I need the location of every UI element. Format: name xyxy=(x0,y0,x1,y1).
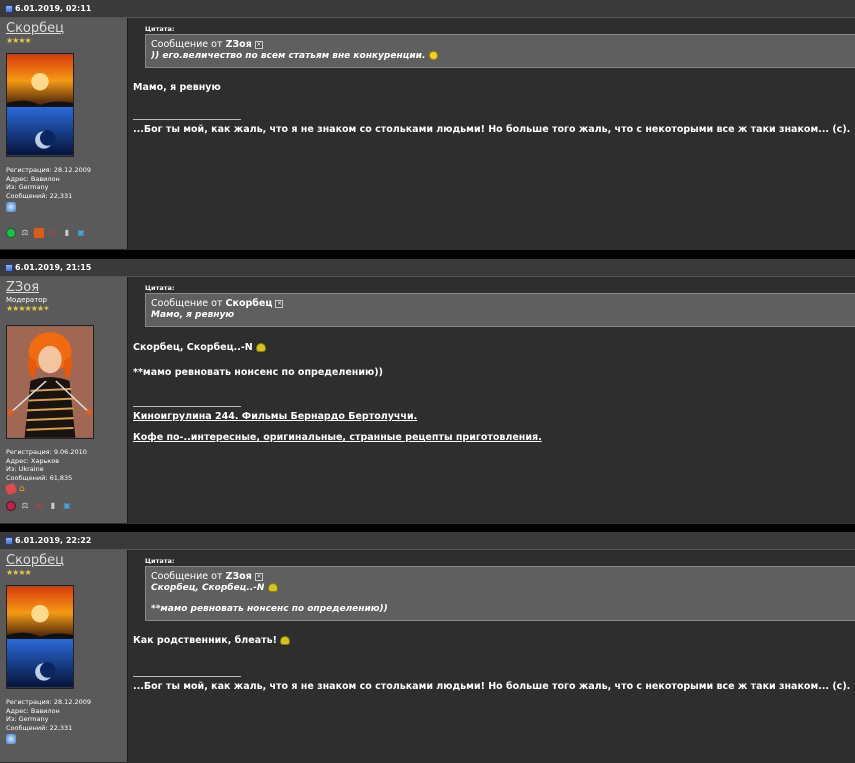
online-status-icon xyxy=(6,228,16,238)
signature-divider xyxy=(133,119,241,120)
quote-author: ZЗоя xyxy=(225,39,252,50)
rank-stars: ★★★★ xyxy=(6,36,32,45)
smile-icon xyxy=(428,51,438,60)
post-count: Сообщений: 61,835 xyxy=(6,473,73,482)
grin-icon xyxy=(280,636,291,645)
award-icon[interactable] xyxy=(6,202,16,212)
signature-link-1[interactable]: Киноигрулина 244. Фильмы Бернардо Бертол… xyxy=(133,411,855,422)
user-info: Скорбец ★★★★ Регистрация: 28.12.2009 Адр… xyxy=(0,550,128,762)
post-date: 6.01.2019, 02:11 xyxy=(15,4,92,13)
user-address: Адрес: Вавилон xyxy=(6,174,60,183)
reg-date: Регистрация: 9.06.2010 xyxy=(6,448,87,456)
username-link[interactable]: Скорбец xyxy=(6,553,127,568)
user-details: Регистрация: 28.12.2009 Адрес: Вавилон И… xyxy=(6,166,127,200)
user-details: Регистрация: 28.12.2009 Адрес: Вавилон И… xyxy=(6,698,127,732)
report-icon[interactable]: ⚠ xyxy=(48,228,58,238)
user-info: ZЗоя Модератор ★★★★★★✶ Регистрация: 9.06… xyxy=(0,277,128,523)
user-address: Адрес: Вавилон xyxy=(6,706,60,715)
username-link[interactable]: ZЗоя xyxy=(6,280,127,295)
grin-icon xyxy=(267,583,278,592)
avatar[interactable] xyxy=(6,325,94,439)
signature: ...Бог ты мой, как жаль, что я не знаком… xyxy=(133,124,851,135)
quote-text-2: **мамо ревновать нонсенс по определению)… xyxy=(151,604,388,614)
post-header: 6.01.2019, 02:11 xyxy=(0,0,855,18)
quote-text: )) его.величество по всем статьям вне ко… xyxy=(151,51,426,61)
quote-image-icon[interactable]: × xyxy=(254,572,263,581)
reg-date: Регистрация: 28.12.2009 xyxy=(6,166,92,174)
quote-block: Сообщение от ZЗоя × )) его.величество по… xyxy=(145,34,855,68)
user-country: Из: Ukraine xyxy=(6,465,44,473)
avatar[interactable] xyxy=(6,53,74,157)
computer-icon[interactable]: ▣ xyxy=(62,501,72,511)
user-details: Регистрация: 9.06.2010 Адрес: Харьков Из… xyxy=(6,448,127,482)
username-link[interactable]: Скорбец xyxy=(6,21,127,36)
pm-icon[interactable] xyxy=(34,228,44,238)
signature-divider xyxy=(133,676,241,677)
post-content: Цитата: Сообщение от ZЗоя × )) его.велич… xyxy=(128,18,855,249)
quote-text: Скорбец, Скорбец..-N xyxy=(151,583,265,593)
post-date: 6.01.2019, 21:15 xyxy=(15,263,92,272)
computer-icon[interactable]: ▣ xyxy=(76,228,86,238)
offline-status-icon xyxy=(6,501,16,511)
reputation-icon[interactable]: ⚖ xyxy=(20,501,30,511)
quote-block: Сообщение от ZЗоя × Скорбец, Скорбец..-N… xyxy=(145,566,855,621)
quote-head: Сообщение от xyxy=(151,39,223,50)
post-content: Цитата: Сообщение от ZЗоя × Скорбец, Ско… xyxy=(128,550,855,762)
avatar[interactable] xyxy=(6,585,74,689)
rank-stars: ★★★★ xyxy=(6,568,32,577)
user-address: Адрес: Харьков xyxy=(6,456,60,465)
quote-image-icon[interactable]: × xyxy=(254,40,263,49)
quote-image-icon[interactable]: × xyxy=(275,299,284,308)
report-icon[interactable]: ⚠ xyxy=(34,501,44,511)
message-text: Скорбец, Скорбец..-N xyxy=(133,342,253,353)
reg-date: Регистрация: 28.12.2009 xyxy=(6,698,92,706)
post-icon xyxy=(5,4,13,13)
post-3: 6.01.2019, 22:22 Скорбец ★★★★ Регистраци… xyxy=(0,532,855,763)
post-1: 6.01.2019, 02:11 Скорбец ★★★★ Регистраци… xyxy=(0,0,855,250)
post-date: 6.01.2019, 22:22 xyxy=(15,536,92,545)
rank-stars: ★★★★★★✶ xyxy=(6,304,50,313)
quote-label: Цитата: xyxy=(145,284,175,292)
user-title: Модератор xyxy=(6,296,48,304)
quote-block: Сообщение от Скорбец × Мамо, я ревную xyxy=(145,293,855,327)
post-icon xyxy=(5,263,13,272)
message-text: Как родственник, блеать! xyxy=(133,635,277,646)
ip-icon[interactable]: ▮ xyxy=(62,228,72,238)
award-icon[interactable] xyxy=(6,734,16,744)
reputation-icon[interactable]: ⚖ xyxy=(20,228,30,238)
quote-label: Цитата: xyxy=(145,557,175,565)
quote-author: ZЗоя xyxy=(225,571,252,582)
signature-divider xyxy=(133,406,241,407)
post-2: 6.01.2019, 21:15 ZЗоя Модератор ★★★★★★✶ xyxy=(0,259,855,524)
user-country: Из: Germany xyxy=(6,715,49,723)
signature: ...Бог ты мой, как жаль, что я не знаком… xyxy=(133,681,851,692)
user-country: Из: Germany xyxy=(6,183,49,191)
quote-head: Сообщение от xyxy=(151,298,223,309)
post-icon xyxy=(5,536,13,545)
quote-label: Цитата: xyxy=(145,25,175,33)
quote-author: Скорбец xyxy=(225,298,273,309)
post-count: Сообщений: 22,331 xyxy=(6,191,73,200)
award-icon[interactable] xyxy=(4,482,18,496)
post-header: 6.01.2019, 21:15 xyxy=(0,259,855,277)
home-icon[interactable]: ⌂ xyxy=(19,484,29,494)
ip-icon[interactable]: ▮ xyxy=(48,501,58,511)
quote-text: Мамо, я ревную xyxy=(151,310,235,320)
signature-link-2[interactable]: Кофе по-..интересные, оригинальные, стра… xyxy=(133,432,855,443)
user-info: Скорбец ★★★★ Регистрация: 28.12.2009 Адр… xyxy=(0,18,128,249)
grin-icon xyxy=(256,343,267,352)
post-header: 6.01.2019, 22:22 xyxy=(0,532,855,550)
quote-head: Сообщение от xyxy=(151,571,223,582)
post-count: Сообщений: 22,331 xyxy=(6,723,73,732)
message-text: Мамо, я ревную xyxy=(133,82,221,93)
message-text-2: **мамо ревновать нонсенс по определению)… xyxy=(133,367,383,378)
post-content: Цитата: Сообщение от Скорбец × Мамо, я р… xyxy=(128,277,855,523)
